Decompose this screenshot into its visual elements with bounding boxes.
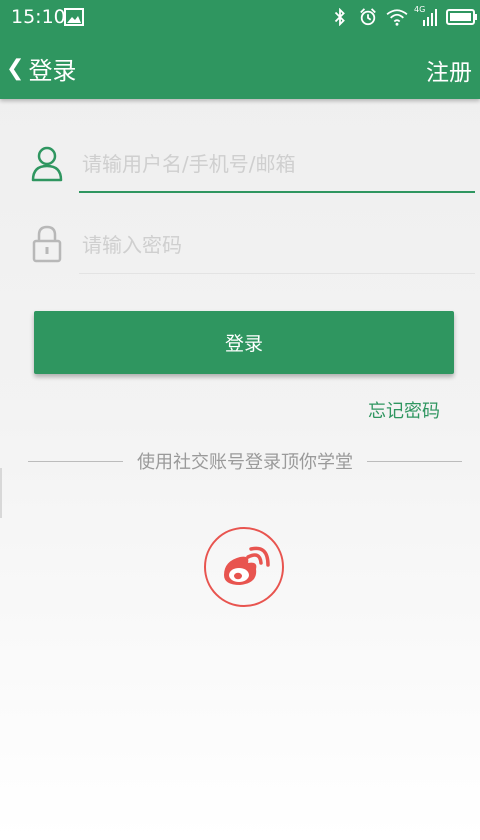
username-field <box>0 133 480 193</box>
alarm-icon <box>360 8 376 26</box>
weibo-login-button[interactable] <box>204 527 284 607</box>
chevron-left-icon: ❮ <box>6 55 25 81</box>
back-button[interactable]: ❮ 登录 <box>6 50 76 86</box>
image-notification-icon <box>64 8 84 26</box>
social-login-text: 使用社交账号登录顶你学堂 <box>137 452 353 473</box>
wifi-icon <box>386 9 408 26</box>
edge-handle <box>0 468 2 518</box>
register-button[interactable]: 注册 <box>426 53 472 87</box>
divider-line-right <box>367 460 462 462</box>
user-icon <box>31 146 63 182</box>
password-underline <box>79 273 475 274</box>
battery-icon <box>446 9 477 25</box>
bluetooth-icon <box>334 8 345 26</box>
login-button[interactable]: 登录 <box>34 311 454 374</box>
password-field <box>0 214 480 274</box>
status-bar: 15:10 4G <box>0 0 480 34</box>
forgot-password-link[interactable]: 忘记密码 <box>368 397 440 423</box>
page-title: 登录 <box>28 56 77 85</box>
app-bar: 15:10 4G ❮ 登录 注册 <box>0 0 480 99</box>
divider-line-left <box>28 460 123 462</box>
username-underline <box>79 191 475 193</box>
username-input[interactable] <box>80 145 464 183</box>
weibo-icon <box>224 546 270 585</box>
signal-icon <box>423 9 437 26</box>
social-login-divider: 使用社交账号登录顶你学堂 <box>28 449 462 473</box>
lock-icon <box>32 225 62 263</box>
password-input[interactable] <box>80 226 464 264</box>
status-time: 15:10 <box>11 6 66 28</box>
